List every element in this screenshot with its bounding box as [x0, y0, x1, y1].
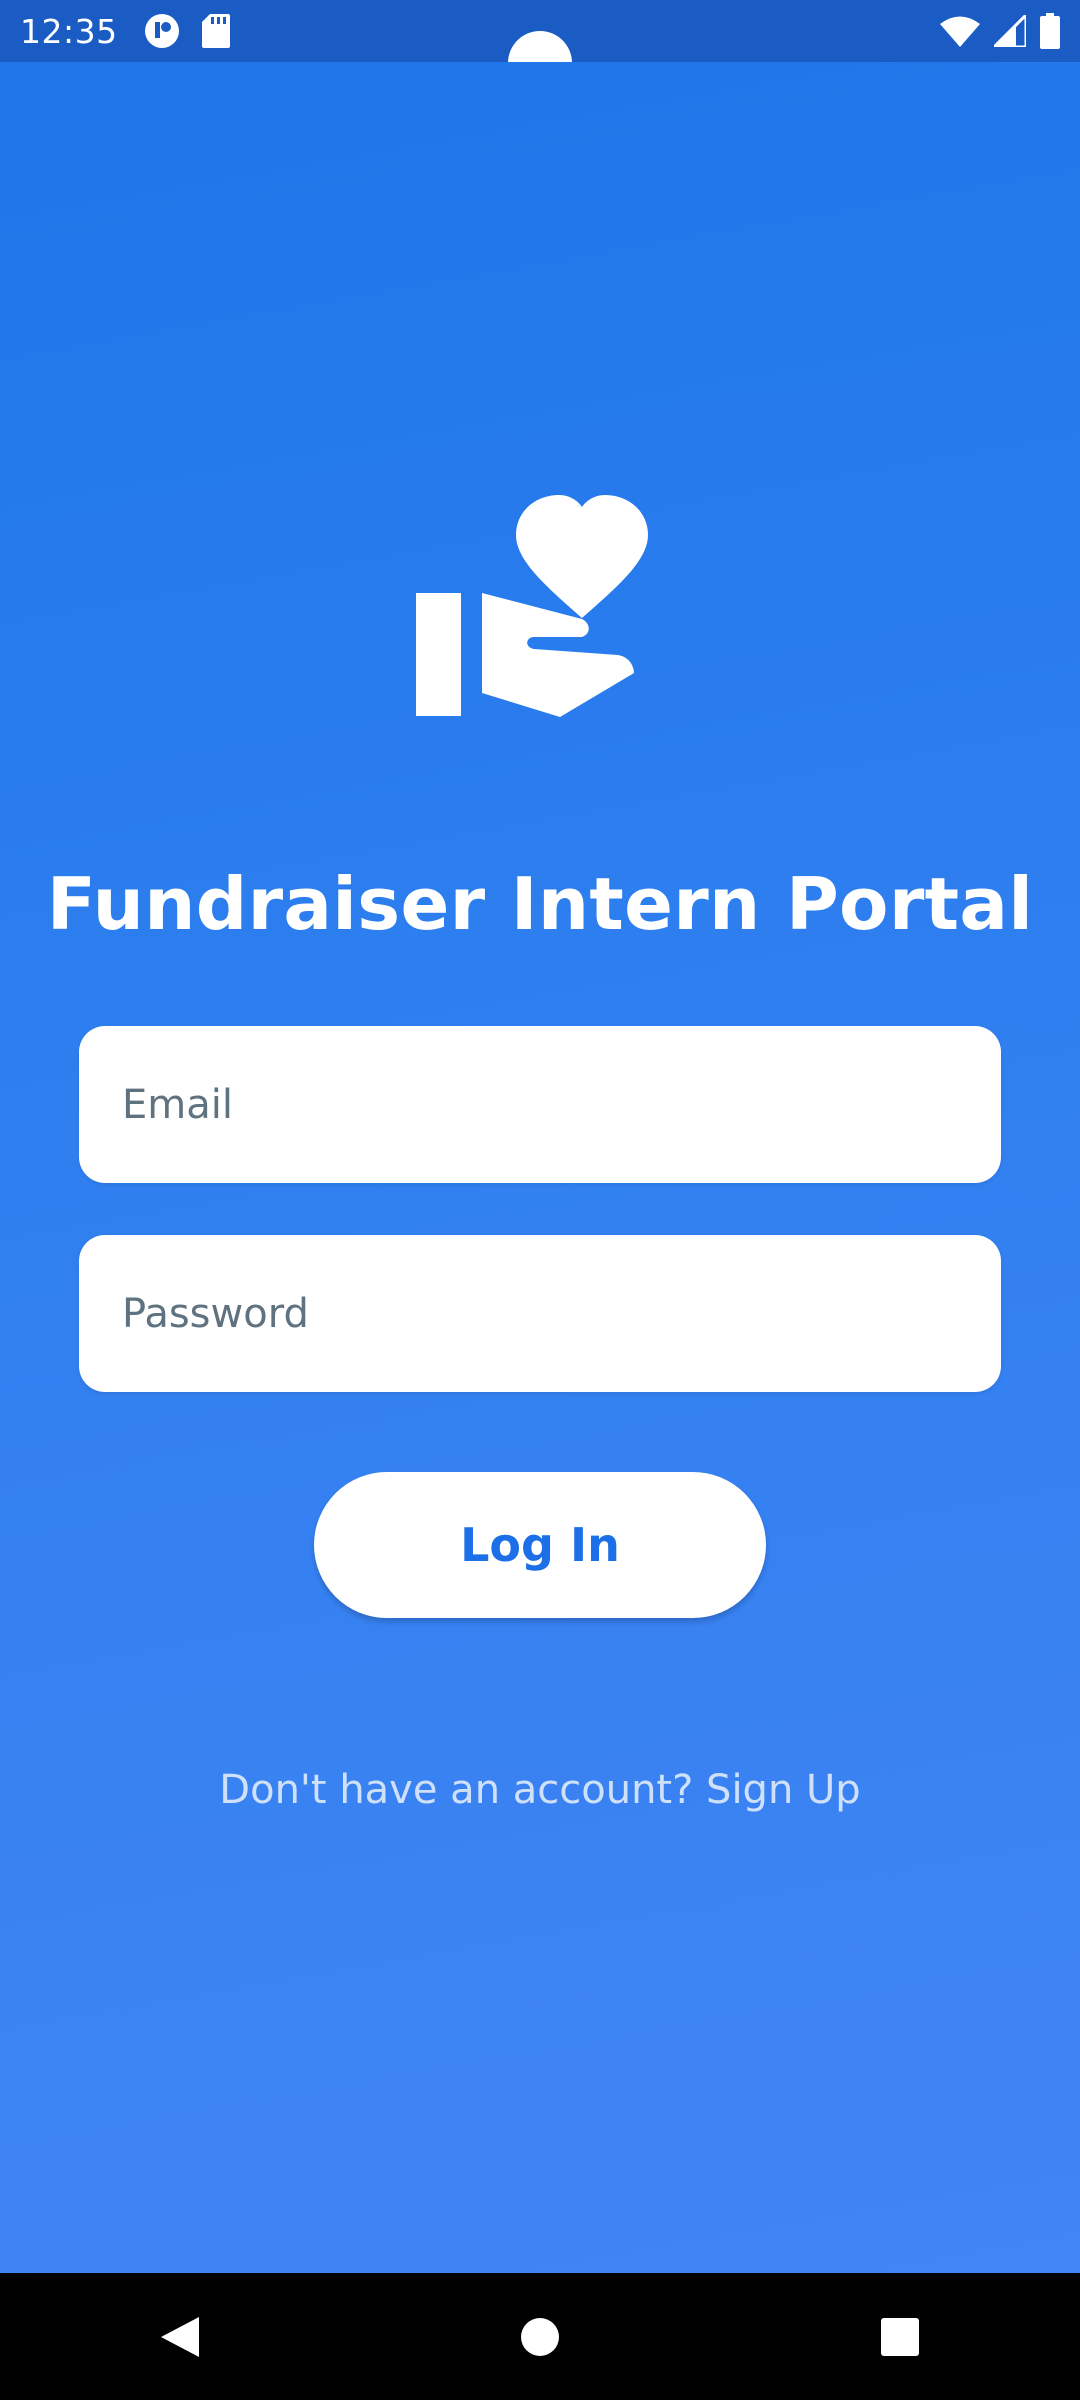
email-field[interactable] — [79, 1026, 1001, 1183]
app-title: Fundraiser Intern Portal — [46, 862, 1034, 946]
password-field[interactable] — [79, 1235, 1001, 1392]
home-icon — [521, 2317, 559, 2356]
login-button[interactable]: Log In — [314, 1472, 766, 1618]
status-left-icons — [144, 13, 230, 49]
signup-link[interactable]: Don't have an account? Sign Up — [0, 1767, 1080, 1813]
status-right-icons — [940, 13, 1060, 49]
email-input[interactable] — [122, 1081, 1001, 1128]
notification-app-icon — [144, 14, 179, 48]
recents-button[interactable] — [860, 2297, 940, 2377]
hand-heart-icon — [416, 495, 648, 717]
back-icon — [161, 2316, 199, 2357]
login-screen: Fundraiser Intern Portal Log In Don't ha… — [0, 62, 1080, 2273]
password-input[interactable] — [122, 1290, 1001, 1337]
navigation-bar — [0, 2273, 1080, 2400]
battery-icon — [1040, 13, 1060, 49]
back-button[interactable] — [140, 2297, 220, 2377]
recents-icon — [881, 2317, 919, 2356]
sd-card-icon — [201, 14, 230, 48]
cell-signal-icon — [994, 15, 1026, 47]
wifi-icon — [940, 16, 980, 47]
status-time: 12:35 — [20, 11, 118, 51]
home-button[interactable] — [500, 2297, 580, 2377]
